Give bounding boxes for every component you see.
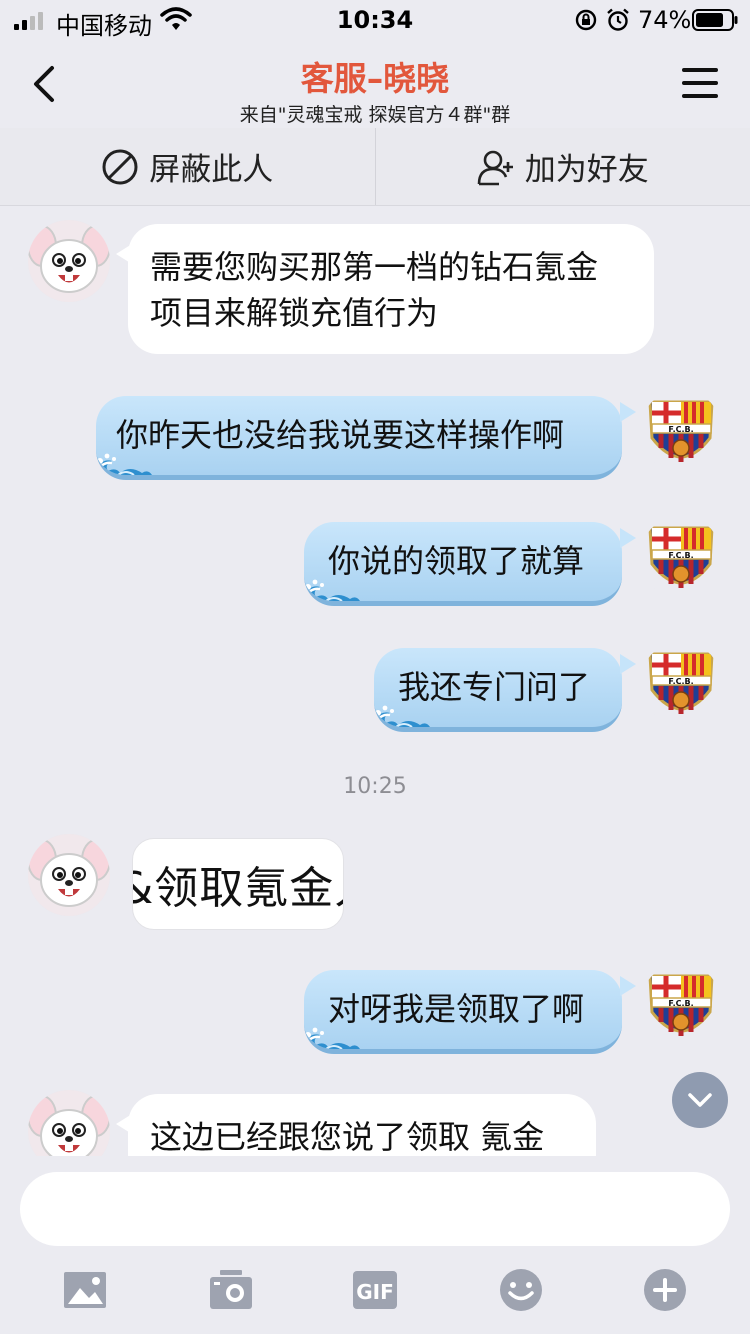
message-clip: 这边已经跟您说了领取 氪金 (0, 1080, 750, 1156)
message-text-line: 需要您购买那第一档的钻石氪金 (150, 248, 599, 286)
emoji-icon[interactable] (498, 1268, 544, 1312)
scroll-to-bottom-button[interactable] (672, 1072, 728, 1128)
battery-percent: 74% (638, 6, 692, 34)
camera-icon[interactable] (208, 1268, 254, 1312)
block-icon (102, 149, 138, 184)
user-avatar[interactable] (640, 964, 722, 1046)
incoming-message[interactable]: 需要您购买那第一档的钻石氪金 项目来解锁充值行为 (116, 224, 654, 354)
status-bar: 中国移动 10:34 74% (0, 0, 750, 40)
image-icon[interactable] (62, 1268, 108, 1312)
bubble-tail (620, 402, 636, 422)
battery-icon (692, 9, 738, 31)
message-text: 你昨天也没给我说要这样操作啊 (116, 416, 565, 454)
contact-avatar[interactable] (28, 220, 110, 302)
message-text: 这边已经跟您说了领取 氪金 (150, 1118, 545, 1156)
outgoing-message[interactable]: 你说的领取了就算 (304, 522, 622, 606)
block-user-button[interactable]: 屏蔽此人 (0, 128, 375, 205)
image-text: &领取氪金人 (133, 863, 343, 914)
contact-avatar[interactable] (28, 1090, 110, 1156)
bubble-tail (620, 976, 636, 996)
add-friend-icon (477, 150, 513, 185)
user-avatar[interactable] (640, 642, 722, 724)
input-area: GIF (0, 1156, 750, 1334)
action-bar: 屏蔽此人 加为好友 (0, 128, 750, 206)
outgoing-message[interactable]: 你昨天也没给我说要这样操作啊 (96, 396, 622, 480)
add-friend-label: 加为好友 (524, 152, 649, 188)
user-avatar[interactable] (640, 390, 722, 472)
gif-label: GIF (356, 1280, 394, 1304)
message-text: 我还专门问了 (398, 668, 591, 706)
gif-icon[interactable]: GIF (352, 1268, 398, 1312)
plus-icon[interactable] (642, 1268, 688, 1312)
bubble-tail (620, 654, 636, 674)
add-friend-button[interactable]: 加为好友 (374, 128, 750, 205)
chevron-down-icon (688, 1093, 712, 1107)
message-input[interactable] (20, 1172, 730, 1246)
chat-subtitle: 来自"灵魂宝戒 探娱官方４群"群 (239, 104, 511, 126)
bubble-tail (620, 528, 636, 548)
menu-icon[interactable] (682, 66, 718, 100)
outgoing-message[interactable]: 对呀我是领取了啊 (304, 970, 622, 1054)
message-text: 你说的领取了就算 (328, 542, 585, 580)
message-text-line: 项目来解锁充值行为 (150, 294, 439, 332)
chat-title: 客服–晓晓 (300, 59, 450, 98)
chat-header: 客服–晓晓 来自"灵魂宝戒 探娱官方４群"群 (0, 40, 750, 128)
rotation-lock-icon (575, 9, 597, 31)
image-message[interactable]: &领取氪金人 (132, 838, 344, 930)
alarm-icon (607, 8, 629, 31)
block-user-label: 屏蔽此人 (149, 152, 274, 188)
outgoing-message[interactable]: 我还专门问了 (374, 648, 622, 732)
incoming-message[interactable]: 这边已经跟您说了领取 氪金 (116, 1094, 596, 1156)
user-avatar[interactable] (640, 516, 722, 598)
message-text: 对呀我是领取了啊 (328, 990, 585, 1028)
contact-avatar[interactable] (28, 834, 110, 916)
message-timestamp: 10:25 (343, 774, 407, 799)
